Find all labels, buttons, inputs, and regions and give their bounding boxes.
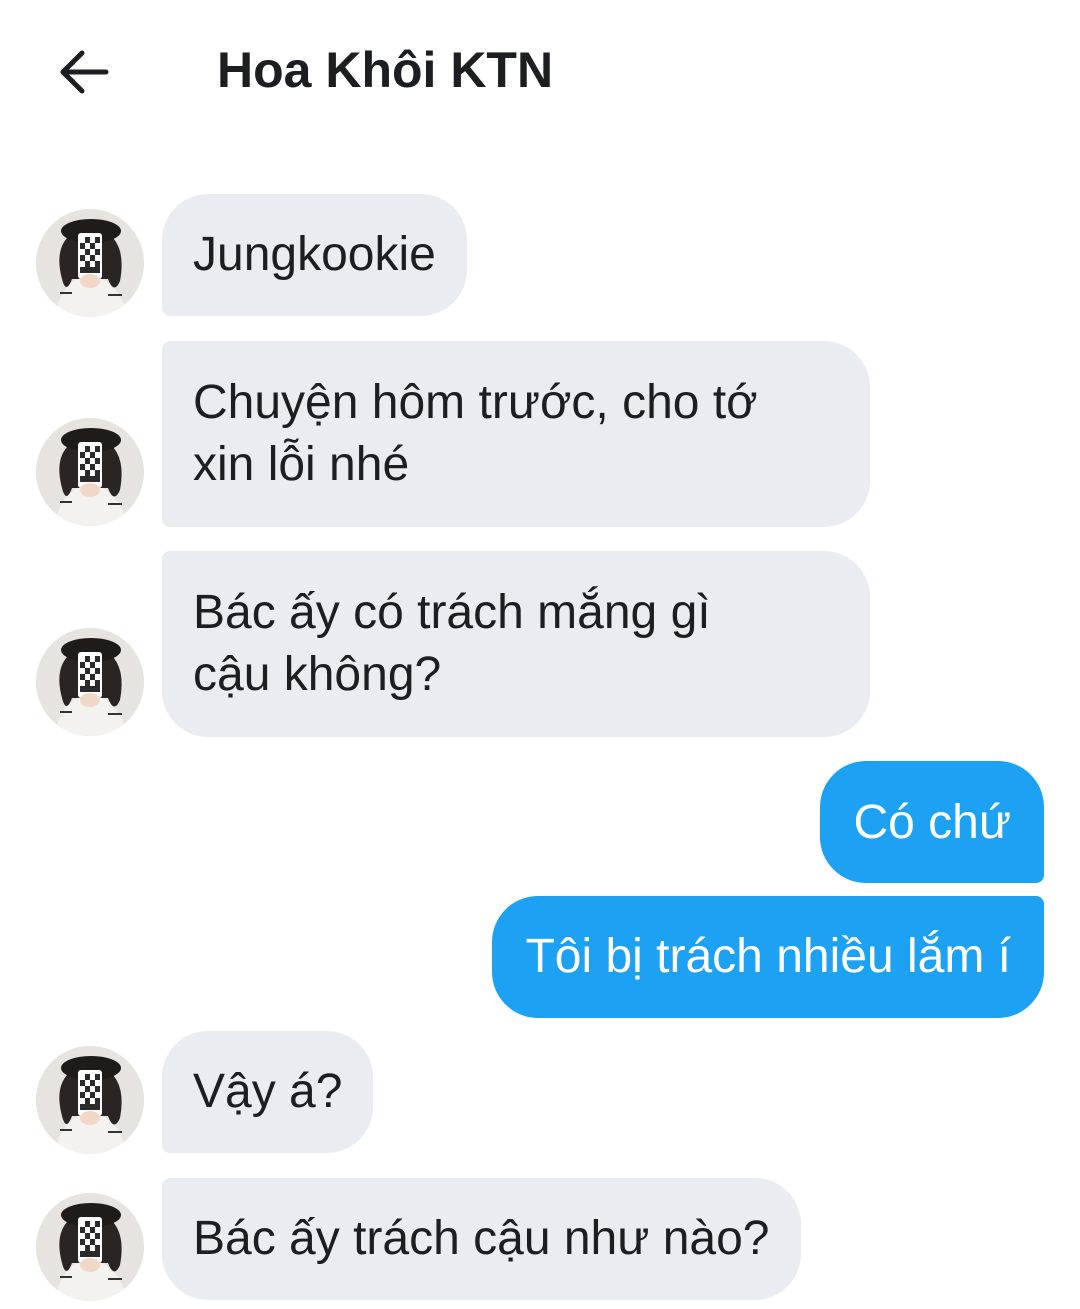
message-text-line: Chuyện hôm trước, cho tớ (193, 376, 758, 429)
profile-photo (36, 628, 144, 736)
message-text-line: cậu không? (193, 648, 442, 701)
message-text: Bác ấy trách cậu như nào? (193, 1212, 770, 1265)
profile-photo (36, 1046, 144, 1154)
avatar[interactable] (36, 209, 144, 317)
profile-photo (36, 418, 144, 526)
message-bubble-incoming[interactable]: Bác ấy trách cậu như nào? (162, 1178, 801, 1300)
message-text: Jungkookie (193, 228, 436, 281)
page-title[interactable]: Hoa Khôi KTN (217, 38, 553, 102)
message-bubble-outgoing[interactable]: Có chứ (820, 761, 1044, 883)
message-text: Vậy á? (193, 1065, 343, 1118)
message-text: Tôi bị trách nhiều lắm í (525, 930, 1011, 983)
message-bubble-incoming[interactable]: Jungkookie (162, 194, 467, 316)
message-bubble-outgoing[interactable]: Tôi bị trách nhiều lắm í (492, 896, 1044, 1018)
avatar[interactable] (36, 1193, 144, 1301)
message-bubble-incoming[interactable]: Vậy á? (162, 1031, 374, 1153)
profile-photo (36, 209, 144, 317)
avatar[interactable] (36, 1046, 144, 1154)
profile-photo (36, 1193, 144, 1301)
avatar[interactable] (36, 418, 144, 526)
back-button[interactable] (50, 38, 118, 106)
message-bubble-incoming[interactable]: Bác ấy có trách mắng gì cậu không? (162, 551, 870, 737)
chat-header: Hoa Khôi KTN (0, 0, 1080, 140)
message-text-line: xin lỗi nhé (193, 438, 410, 491)
avatar[interactable] (36, 628, 144, 736)
message-text-line: Bác ấy có trách mắng gì (193, 586, 711, 639)
arrow-left-icon (60, 50, 109, 94)
message-text: Có chứ (853, 796, 1011, 849)
message-bubble-incoming[interactable]: Chuyện hôm trước, cho tớ xin lỗi nhé (162, 341, 870, 527)
